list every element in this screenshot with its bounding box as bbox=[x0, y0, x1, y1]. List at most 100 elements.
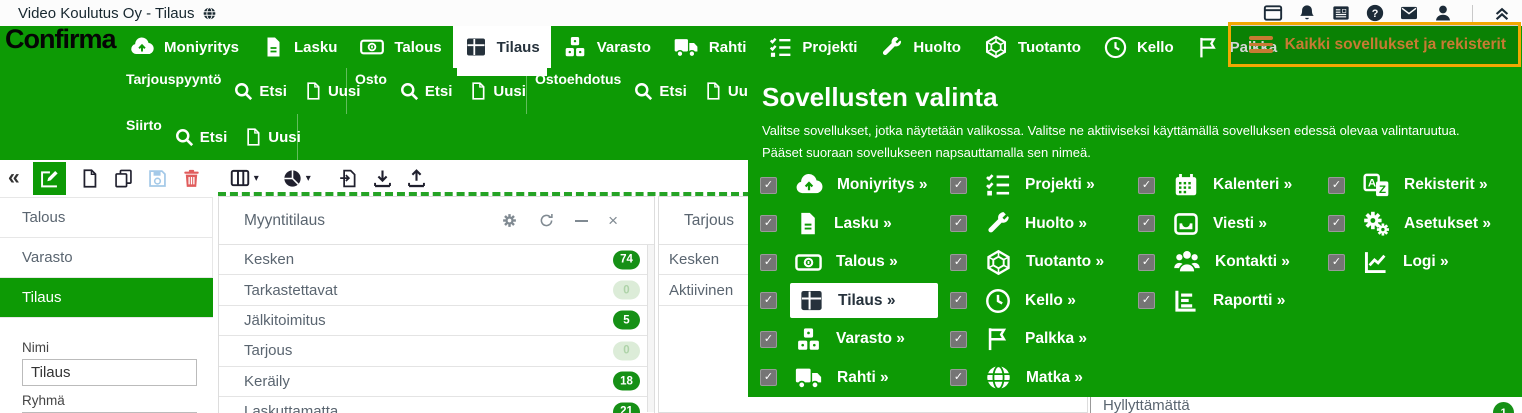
collapse-left-button[interactable]: « bbox=[8, 166, 20, 190]
siirto-uusi-button[interactable]: Uusi bbox=[243, 127, 301, 147]
sidebar-item-varasto[interactable]: Varasto bbox=[0, 238, 213, 278]
osto-uusi-button[interactable]: Uusi bbox=[468, 81, 526, 101]
tab-varasto[interactable]: Varasto bbox=[551, 26, 662, 68]
app-item-tuotanto[interactable]: ✓Tuotanto » bbox=[950, 243, 1136, 282]
app-item-projekti[interactable]: ✓ Projekti » bbox=[950, 166, 1136, 205]
app-item-huolto[interactable]: ✓ Huolto » bbox=[950, 205, 1136, 244]
checkbox-checked[interactable]: ✓ bbox=[1328, 254, 1345, 271]
settings-icon[interactable] bbox=[501, 212, 518, 229]
status-row-tarkastettavat[interactable]: Tarkastettavat0 bbox=[219, 275, 654, 305]
sidebar-item-talous[interactable]: Talous bbox=[0, 198, 213, 238]
export-button[interactable] bbox=[338, 168, 359, 189]
status-row-kesken[interactable]: Kesken74 bbox=[219, 245, 654, 275]
tab-talous[interactable]: Talous bbox=[348, 26, 452, 68]
app-link[interactable]: Rekisterit » bbox=[1358, 167, 1498, 204]
status-row-keraily[interactable]: Keräily18 bbox=[219, 367, 654, 397]
refresh-icon[interactable] bbox=[538, 212, 555, 229]
app-link[interactable]: Lasku » bbox=[790, 206, 902, 241]
checkbox-checked[interactable]: ✓ bbox=[1138, 254, 1155, 271]
app-item-varasto[interactable]: ✓Varasto » bbox=[760, 320, 950, 359]
app-item-kello[interactable]: ✓ Kello » bbox=[950, 282, 1136, 321]
collapse-up-icon[interactable] bbox=[1492, 3, 1512, 23]
app-link-selected[interactable]: Tilaus » bbox=[790, 283, 938, 318]
checkbox-checked[interactable]: ✓ bbox=[1328, 177, 1345, 194]
save-button[interactable] bbox=[147, 168, 168, 189]
tarjouspyynto-etsi-button[interactable]: Etsi bbox=[233, 81, 287, 102]
status-row-laskuttamatta[interactable]: Laskuttamatta21 bbox=[219, 397, 654, 413]
delete-button[interactable] bbox=[181, 168, 202, 189]
status-row-tarjous[interactable]: Tarjous0 bbox=[219, 336, 654, 366]
download-button[interactable] bbox=[372, 168, 393, 189]
status-row-jalkitoimitus[interactable]: Jälkitoimitus5 bbox=[219, 306, 654, 336]
user-icon[interactable] bbox=[1433, 3, 1453, 23]
app-item-logi[interactable]: ✓ Logi » bbox=[1328, 243, 1522, 282]
app-link[interactable]: Viesti » bbox=[1168, 206, 1277, 242]
app-link[interactable]: Rahti » bbox=[790, 359, 899, 397]
app-link[interactable]: Asetukset » bbox=[1358, 205, 1501, 242]
app-link[interactable]: Kontakti » bbox=[1168, 243, 1300, 281]
app-item-rekisterit[interactable]: ✓ Rekisterit » bbox=[1328, 166, 1522, 205]
upload-button[interactable] bbox=[406, 168, 427, 189]
app-link[interactable]: Huolto » bbox=[980, 206, 1097, 242]
checkbox-checked[interactable]: ✓ bbox=[950, 177, 967, 194]
edit-button[interactable] bbox=[33, 162, 66, 195]
name-field[interactable] bbox=[22, 359, 197, 386]
bell-icon[interactable] bbox=[1297, 3, 1317, 23]
app-item-matka[interactable]: ✓ Matka » bbox=[950, 359, 1136, 398]
tab-huolto[interactable]: Huolto bbox=[868, 26, 971, 68]
sidebar-item-tilaus[interactable]: Tilaus bbox=[0, 278, 213, 318]
checkbox-checked[interactable]: ✓ bbox=[760, 254, 777, 271]
app-item-viesti[interactable]: ✓Viesti » bbox=[1138, 205, 1328, 244]
tab-tuotanto[interactable]: Tuotanto bbox=[972, 26, 1092, 68]
app-link[interactable]: Kello » bbox=[980, 283, 1086, 319]
tab-tilaus[interactable]: Tilaus bbox=[453, 26, 551, 68]
new-button[interactable] bbox=[79, 168, 100, 189]
confirma-logo[interactable]: Confirma bbox=[5, 24, 116, 55]
tab-kello[interactable]: Kello bbox=[1092, 26, 1185, 68]
app-item-asetukset[interactable]: ✓ Asetukset » bbox=[1328, 205, 1522, 244]
news-icon[interactable] bbox=[1331, 3, 1351, 23]
app-link[interactable]: Palkka » bbox=[980, 321, 1097, 357]
app-item-palkka[interactable]: ✓ Palkka » bbox=[950, 320, 1136, 359]
status-label[interactable]: Hyllyttämättä bbox=[1103, 397, 1190, 413]
siirto-etsi-button[interactable]: Etsi bbox=[174, 127, 228, 148]
app-item-lasku[interactable]: ✓Lasku » bbox=[760, 205, 950, 244]
osto-etsi-button[interactable]: Etsi bbox=[399, 81, 453, 102]
checkbox-checked[interactable]: ✓ bbox=[760, 177, 777, 194]
tab-rahti[interactable]: Rahti bbox=[662, 26, 758, 68]
ostoehdotus-etsi-button[interactable]: Etsi bbox=[633, 81, 687, 102]
app-link[interactable]: Kalenteri » bbox=[1168, 167, 1302, 203]
app-link[interactable]: Talous » bbox=[790, 244, 908, 281]
app-link[interactable]: Matka » bbox=[980, 359, 1093, 396]
app-item-moniyritys[interactable]: ✓Moniyritys » bbox=[760, 166, 950, 205]
checkbox-checked[interactable]: ✓ bbox=[950, 215, 967, 232]
help-icon[interactable] bbox=[1365, 3, 1385, 23]
app-link[interactable]: Logi » bbox=[1358, 244, 1459, 280]
checkbox-checked[interactable]: ✓ bbox=[950, 369, 967, 386]
checkbox-checked[interactable]: ✓ bbox=[950, 331, 967, 348]
close-icon[interactable]: × bbox=[608, 212, 618, 229]
app-item-raportti[interactable]: ✓ Raportti » bbox=[1138, 282, 1328, 321]
app-item-kontakti[interactable]: ✓ Kontakti » bbox=[1138, 243, 1328, 282]
app-item-talous[interactable]: ✓ Talous » bbox=[760, 243, 950, 282]
app-link[interactable]: Raportti » bbox=[1168, 283, 1295, 319]
all-apps-button[interactable]: Kaikki sovellukset ja rekisterit bbox=[1228, 22, 1521, 67]
mail-icon[interactable] bbox=[1399, 3, 1419, 23]
checkbox-checked[interactable]: ✓ bbox=[950, 254, 967, 271]
scrollbar[interactable] bbox=[647, 245, 654, 412]
tab-moniyritys[interactable]: Moniyritys bbox=[118, 26, 250, 68]
tab-projekti[interactable]: Projekti bbox=[757, 26, 868, 68]
checkbox-checked[interactable]: ✓ bbox=[760, 369, 777, 386]
tab-lasku[interactable]: Lasku bbox=[250, 26, 348, 68]
checkbox-checked[interactable]: ✓ bbox=[1328, 215, 1345, 232]
app-link[interactable]: Projekti » bbox=[980, 167, 1105, 203]
checkbox-checked[interactable]: ✓ bbox=[1138, 292, 1155, 309]
app-item-tilaus[interactable]: ✓ Tilaus » bbox=[760, 282, 950, 321]
minimize-icon[interactable] bbox=[575, 220, 588, 222]
checkbox-checked[interactable]: ✓ bbox=[760, 292, 777, 309]
checkbox-checked[interactable]: ✓ bbox=[760, 331, 777, 348]
checkbox-checked[interactable]: ✓ bbox=[950, 292, 967, 309]
app-item-kalenteri[interactable]: ✓Kalenteri » bbox=[1138, 166, 1328, 205]
copy-button[interactable] bbox=[113, 168, 134, 189]
window-icon[interactable] bbox=[1263, 3, 1283, 23]
